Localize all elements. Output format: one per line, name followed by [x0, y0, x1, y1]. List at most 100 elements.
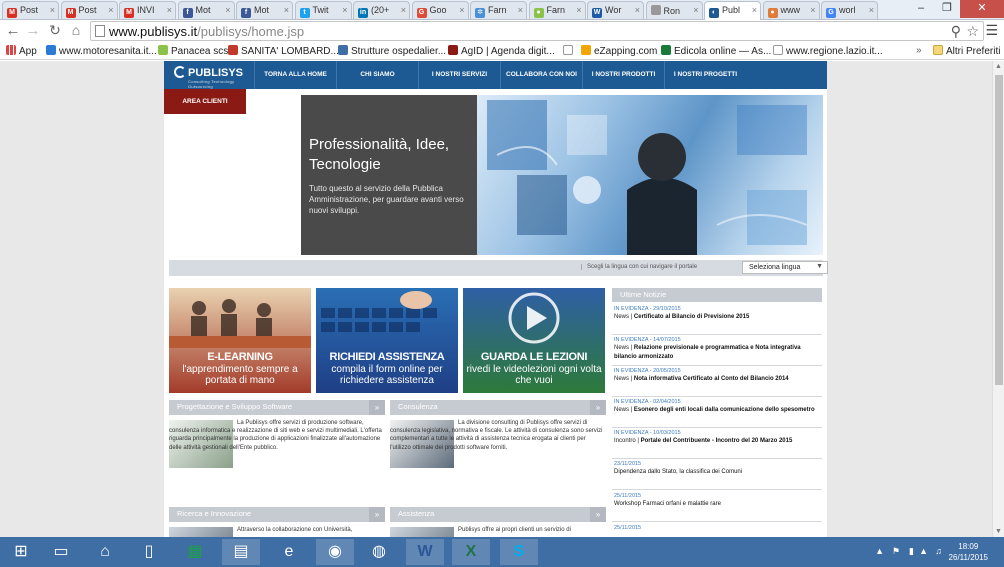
news-title[interactable]: News | Nota informativa Certificato al C…	[614, 375, 822, 384]
browser-tab[interactable]: t Twit ×	[294, 1, 352, 19]
browser-tab[interactable]: G Goo ×	[411, 1, 469, 19]
section-heading[interactable]: Consulenza »	[390, 400, 606, 415]
explorer-icon[interactable]: ▤	[222, 539, 260, 565]
promo-tile[interactable]: E-LEARNING l'apprendimento sempre a porta…	[169, 288, 311, 393]
bookmark-item[interactable]	[563, 45, 576, 57]
volume-icon[interactable]: ♫	[935, 546, 942, 556]
tab-close-icon[interactable]: ×	[752, 5, 757, 15]
bookmark-star-icon[interactable]: ☆	[966, 23, 979, 40]
file-icon[interactable]: ▯	[130, 539, 168, 565]
section-heading[interactable]: Assistenza »	[390, 507, 606, 522]
scroll-up-icon[interactable]: ▲	[995, 63, 1002, 70]
news-item[interactable]: IN EVIDENZA - 10/03/2015 Incontro | Porta…	[612, 429, 822, 459]
browser-tab[interactable]: ● Farn ×	[528, 1, 586, 19]
bookmark-item[interactable]: Strutture ospedalier...	[338, 45, 446, 57]
nav-item[interactable]: I NOSTRI PRODOTTI	[582, 61, 664, 89]
tab-close-icon[interactable]: ×	[50, 5, 55, 15]
double-chevron-right-icon[interactable]: »	[590, 400, 606, 415]
skype-icon[interactable]: S	[500, 539, 538, 565]
start-icon[interactable]: ⊞	[2, 539, 40, 565]
news-title[interactable]: News | Esonero degli enti locali dalla c…	[614, 406, 822, 415]
area-clienti-button[interactable]: AREA CLIENTI	[164, 89, 246, 114]
word-icon[interactable]: W	[406, 539, 444, 565]
news-title[interactable]: Workshop Farmaci orfani e malattie rare	[614, 500, 822, 509]
page-scrollbar[interactable]: ▲ ▼	[992, 61, 1004, 537]
minimize-icon[interactable]: –	[908, 0, 934, 18]
bookmark-item[interactable]: Edicola online — As...	[661, 45, 771, 57]
news-item[interactable]: 25/11/2015 Workshop Farmaci orfani e mala…	[612, 492, 822, 522]
system-clock[interactable]: 18:09 26/11/2015	[949, 541, 988, 563]
double-chevron-right-icon[interactable]: »	[369, 400, 385, 415]
nav-item[interactable]: TORNA ALLA HOME	[254, 61, 336, 89]
other-bookmarks[interactable]: Altri Preferiti	[933, 45, 1000, 57]
news-item[interactable]: 23/11/2015 Dipendenza dallo Stato, la cla…	[612, 460, 822, 490]
url-text[interactable]: www.publisys.it/publisys/home.jsp	[109, 24, 304, 39]
news-title[interactable]: News | Relazione previsionale e programm…	[614, 344, 822, 362]
search-icon[interactable]: ⚲	[951, 23, 961, 40]
section-heading[interactable]: Progettazione e Sviluppo Software »	[169, 400, 385, 415]
section-heading[interactable]: Ricerca e Innovazione »	[169, 507, 385, 522]
home-icon[interactable]: ⌂	[67, 22, 85, 40]
bookmark-item[interactable]: SANITA' LOMBARD...	[228, 45, 339, 57]
address-bar[interactable]: www.publisys.it/publisys/home.jsp ⚲ ☆	[90, 21, 984, 41]
bookmark-item[interactable]: Panacea scs	[158, 45, 228, 57]
news-item[interactable]: IN EVIDENZA - 14/07/2015 News | Relazione…	[612, 336, 822, 366]
promo-tile[interactable]: GUARDA LE LEZIONI rivedi le videolezioni …	[463, 288, 605, 393]
tab-close-icon[interactable]: ×	[693, 5, 698, 15]
promo-tile[interactable]: RICHIEDI ASSISTENZA compila il form onlin…	[316, 288, 458, 393]
news-item[interactable]: 25/11/2015	[612, 524, 822, 537]
news-item[interactable]: IN EVIDENZA - 29/10/2015 News | Certifica…	[612, 305, 822, 335]
desktop-icon[interactable]: ▭	[42, 539, 80, 565]
scroll-down-icon[interactable]: ▼	[995, 528, 1002, 535]
battery-icon[interactable]: ▮	[909, 546, 914, 557]
menu-icon[interactable]: ☰	[985, 22, 998, 39]
browser-tab[interactable]: M Post ×	[60, 1, 118, 19]
tab-close-icon[interactable]: ×	[284, 5, 289, 15]
browser-tab[interactable]: Ron ×	[645, 1, 703, 19]
back-arrow-icon[interactable]: ←	[4, 22, 22, 40]
nav-item[interactable]: I NOSTRI PROGETTI	[664, 61, 746, 89]
double-chevron-right-icon[interactable]: »	[369, 507, 385, 522]
nav-item[interactable]: CHI SIAMO	[336, 61, 418, 89]
tab-close-icon[interactable]: ×	[576, 5, 581, 15]
tab-close-icon[interactable]: ×	[225, 5, 230, 15]
firefox-icon[interactable]: ◍	[360, 539, 398, 565]
browser-tab[interactable]: M INVI ×	[119, 1, 176, 19]
nav-item[interactable]: COLLABORA CON NOI	[500, 61, 582, 89]
maximize-icon[interactable]: ❐	[934, 0, 960, 18]
browser-tab[interactable]: in (20+ ×	[353, 1, 410, 19]
bookmark-item[interactable]: eZapping.com	[581, 45, 657, 57]
browser-tab[interactable]: f Mot ×	[236, 1, 293, 19]
browser-tab[interactable]: ● www ×	[762, 1, 820, 19]
tab-close-icon[interactable]: ×	[401, 5, 406, 15]
tab-close-icon[interactable]: ×	[635, 5, 640, 15]
double-chevron-right-icon[interactable]: »	[590, 507, 606, 522]
bookmark-item[interactable]: www.motoresanita.it...	[46, 45, 157, 57]
home-icon[interactable]: ⌂	[86, 539, 124, 565]
tab-close-icon[interactable]: ×	[810, 5, 815, 15]
forward-arrow-icon[interactable]: →	[24, 22, 42, 40]
tab-close-icon[interactable]: ×	[108, 5, 113, 15]
apps-shortcut[interactable]: App	[6, 45, 37, 57]
language-select[interactable]: Seleziona lingua ▼	[742, 261, 828, 274]
store-icon[interactable]: ▦	[176, 539, 214, 565]
publisys-logo[interactable]: PUBLISYS Consulting Technology Outsourcin…	[174, 66, 254, 89]
network-icon[interactable]: ▲	[919, 546, 928, 556]
news-title[interactable]: Incontro | Portale del Contribuente - In…	[614, 437, 822, 446]
tab-close-icon[interactable]: ×	[167, 5, 172, 15]
excel-icon[interactable]: X	[452, 539, 490, 565]
tab-close-icon[interactable]: ×	[869, 5, 874, 15]
browser-tab[interactable]: M Post ×	[2, 1, 59, 19]
chrome-icon[interactable]: ◉	[316, 539, 354, 565]
browser-tab[interactable]: ✲ Farn ×	[470, 1, 527, 19]
browser-tab[interactable]: ◐ Publ ×	[704, 1, 761, 20]
close-window-icon[interactable]: ✕	[960, 0, 1004, 18]
browser-tab[interactable]: f Mot ×	[177, 1, 235, 19]
tray-chevron-icon[interactable]: ▲	[875, 546, 884, 556]
news-item[interactable]: IN EVIDENZA - 02/04/2015 News | Esonero d…	[612, 398, 822, 428]
ie-icon[interactable]: e	[270, 539, 308, 565]
nav-item[interactable]: I NOSTRI SERVIZI	[418, 61, 500, 89]
reload-icon[interactable]: ↻	[46, 22, 64, 40]
browser-tab[interactable]: W Wor ×	[587, 1, 644, 19]
tab-close-icon[interactable]: ×	[518, 5, 523, 15]
